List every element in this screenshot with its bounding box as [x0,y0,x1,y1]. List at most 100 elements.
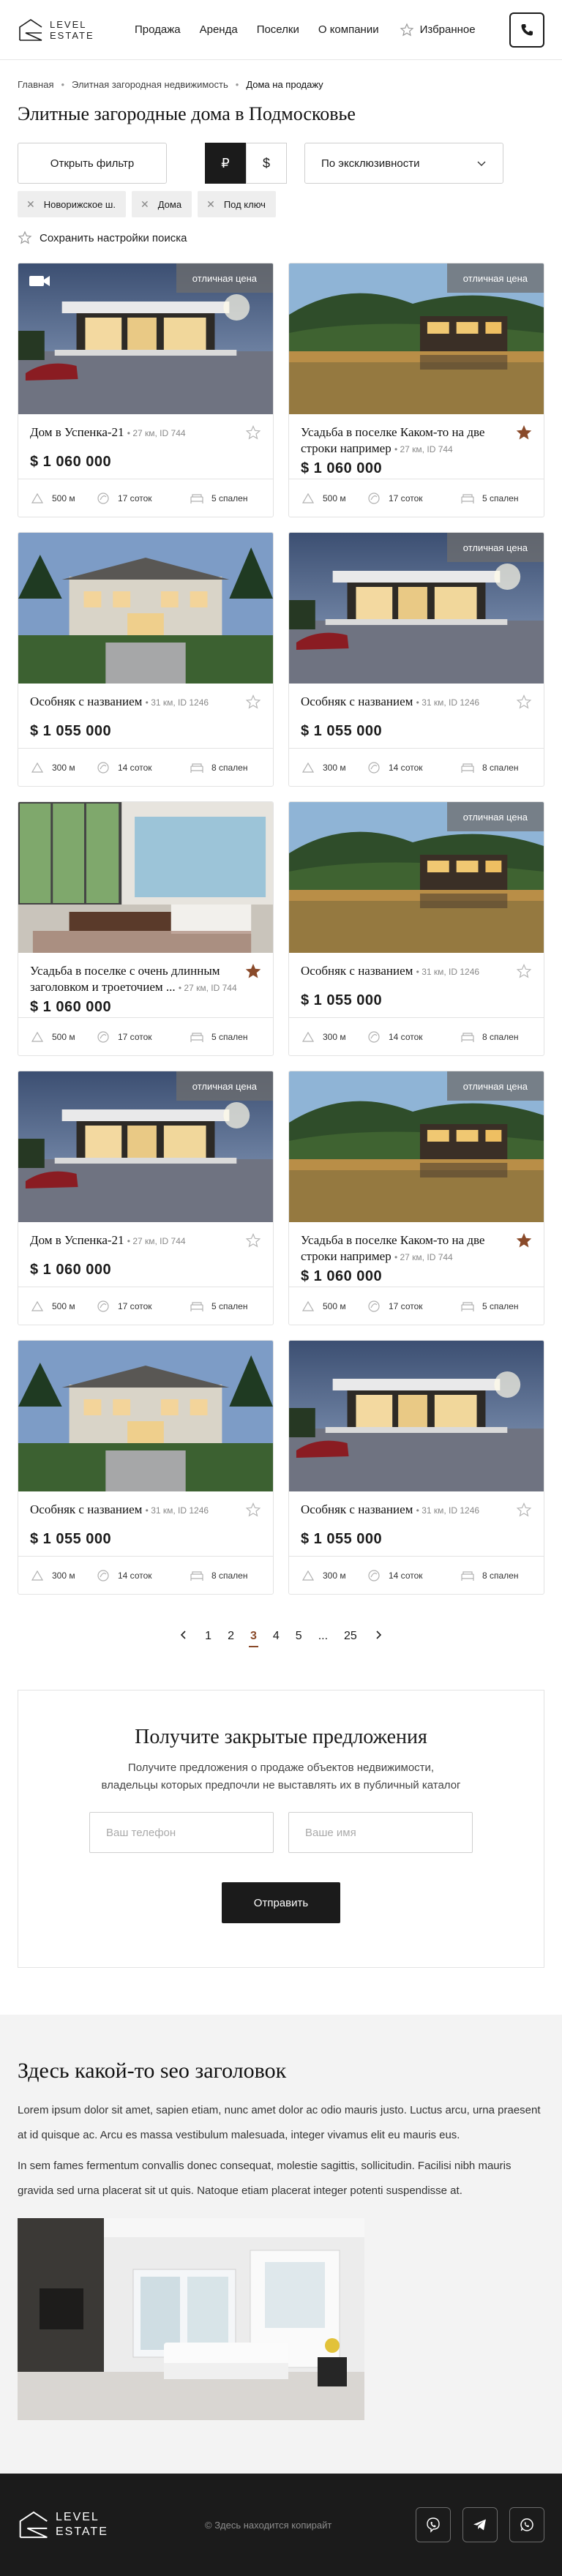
viber-button[interactable] [416,2507,451,2542]
nav-about[interactable]: О компании [318,23,379,36]
favorite-star-icon[interactable] [516,1232,532,1248]
close-icon[interactable]: ✕ [26,198,35,211]
breadcrumb-elite[interactable]: Элитная загородная недвижимость [72,79,228,90]
listing-title[interactable]: Усадьба в поселке Каком-то на две строки… [301,424,513,457]
listing-card[interactable]: отличная цена Особняк с названием • 31 к… [288,532,544,787]
close-icon[interactable]: ✕ [140,198,149,211]
listing-photo[interactable]: отличная цена [289,1071,544,1222]
listing-card[interactable]: отличная цена Особняк с названием • 31 к… [288,801,544,1056]
listing-photo[interactable] [18,533,273,684]
phone-input[interactable] [89,1812,274,1853]
listing-title[interactable]: Особняк с названием • 31 км, ID 1246 [301,1502,513,1519]
listing-photo[interactable] [289,1341,544,1491]
favorite-star-icon[interactable] [516,1502,532,1518]
listing-price: $ 1 060 000 [301,1268,383,1284]
listing-photo[interactable]: отличная цена [18,1071,273,1222]
page-title: Элитные загородные дома в Подмосковье [18,103,356,124]
listing-title[interactable]: Особняк с названием • 31 км, ID 1246 [30,694,242,711]
price-badge: отличная цена [446,1071,544,1101]
sort-select[interactable]: По эксклюзивности [304,143,503,184]
phone-button[interactable] [509,12,544,48]
listing-specs: 300 м 14 соток 8 спален [18,1556,273,1594]
listing-card[interactable]: Особняк с названием • 31 км, ID 1246 $ 1… [18,532,274,787]
listing-card[interactable]: отличная цена Усадьба в поселке Каком-то… [288,1071,544,1325]
telegram-button[interactable] [462,2507,498,2542]
filter-chip[interactable]: ✕ Под ключ [198,191,276,217]
listing-card[interactable]: Особняк с названием • 31 км, ID 1246 $ 1… [288,1340,544,1595]
currency-usd-button[interactable]: $ [246,143,287,184]
nav-sale[interactable]: Продажа [135,23,181,36]
page-link[interactable]: 4 [273,1630,280,1643]
spec-distance: 500 м [30,491,96,506]
spec-distance-value: 500 м [52,1031,75,1042]
listing-title[interactable]: Дом в Успенка-21 • 27 км, ID 744 [30,1232,242,1249]
logo-line2: ESTATE [56,2526,108,2538]
listing-photo[interactable]: отличная цена [18,263,273,414]
listing-title[interactable]: Усадьба в поселке с очень длинным заголо… [30,963,242,996]
listing-card[interactable]: отличная цена Дом в Успенка-21 • 27 км, … [18,1071,274,1325]
listing-photo[interactable]: отличная цена [289,533,544,684]
listing-controls: Открыть фильтр ₽ $ По эксклюзивности [0,125,562,184]
footer-logo[interactable]: LEVEL ESTATE [18,2509,135,2541]
favorite-star-icon[interactable] [245,424,261,441]
listing-info: Усадьба в поселке с очень длинным заголо… [18,953,273,1016]
logo-line1: LEVEL [56,2511,100,2523]
favorite-star-icon[interactable] [245,694,261,710]
viber-icon [427,2517,440,2533]
listing-card[interactable]: отличная цена Усадьба в поселке Каком-то… [288,263,544,517]
listing-photo[interactable] [18,802,273,953]
listing-card[interactable]: Усадьба в поселке с очень длинным заголо… [18,801,274,1056]
listing-card[interactable]: Особняк с названием • 31 км, ID 1246 $ 1… [18,1340,274,1595]
currency-rub-button[interactable]: ₽ [205,143,246,184]
listing-title[interactable]: Дом в Успенка-21 • 27 км, ID 744 [30,424,242,441]
page-link[interactable]: 25 [344,1630,357,1643]
save-search-link[interactable]: Сохранить настройки поиска [0,217,562,245]
spec-area-value: 17 соток [118,1300,152,1311]
listing-photo[interactable] [18,1341,273,1491]
distance-icon [31,762,44,773]
listing-card[interactable]: отличная цена Дом в Успенка-21 • 27 км, … [18,263,274,517]
chevron-left-icon[interactable] [179,1630,189,1644]
listing-photo[interactable]: отличная цена [289,263,544,414]
favorite-star-icon[interactable] [516,694,532,710]
spec-bedrooms-value: 8 спален [482,1031,519,1042]
spec-area: 17 соток [96,491,190,506]
favorites-link[interactable]: Избранное [400,22,476,37]
favorite-star-icon[interactable] [516,424,532,441]
listing-photo[interactable]: отличная цена [289,802,544,953]
filter-chip[interactable]: ✕ Новорижское ш. [18,191,126,217]
close-icon[interactable]: ✕ [206,198,215,211]
page-link[interactable]: 3 [248,1630,258,1647]
nav-rent[interactable]: Аренда [200,23,238,36]
favorite-star-icon[interactable] [516,963,532,979]
bed-icon [190,1570,203,1581]
favorite-star-icon[interactable] [245,963,261,979]
video-icon [29,276,50,286]
distance-icon [301,1300,315,1311]
land-area-icon [368,492,380,504]
filter-chip[interactable]: ✕ Дома [131,191,192,217]
spec-area: 17 соток [96,1299,190,1314]
nav-villages[interactable]: Поселки [257,23,299,36]
submit-button[interactable]: Отправить [222,1882,340,1923]
page-link[interactable]: 5 [296,1630,302,1643]
save-search-label: Сохранить настройки поиска [40,231,187,244]
favorite-star-icon[interactable] [245,1232,261,1248]
whatsapp-button[interactable] [509,2507,544,2542]
breadcrumb-home[interactable]: Главная [18,79,53,90]
logo[interactable]: LEVEL ESTATE [18,17,105,43]
page-link[interactable]: 2 [228,1630,234,1643]
page-link[interactable]: 1 [205,1630,211,1643]
favorite-star-icon[interactable] [245,1502,261,1518]
chevron-right-icon[interactable] [373,1630,383,1644]
listing-title[interactable]: Особняк с названием • 31 км, ID 1246 [301,694,513,711]
listing-title[interactable]: Особняк с названием • 31 км, ID 1246 [301,963,513,980]
spec-bedrooms-value: 8 спален [211,1570,248,1581]
listing-title[interactable]: Особняк с названием • 31 км, ID 1246 [30,1502,242,1519]
listing-meta: • 27 км, ID 744 [127,1236,186,1246]
name-input[interactable] [288,1812,473,1853]
spec-area-value: 17 соток [118,493,152,503]
listing-title[interactable]: Усадьба в поселке Каком-то на две строки… [301,1232,513,1265]
open-filter-button[interactable]: Открыть фильтр [18,143,167,184]
breadcrumb-separator: • [235,79,239,90]
